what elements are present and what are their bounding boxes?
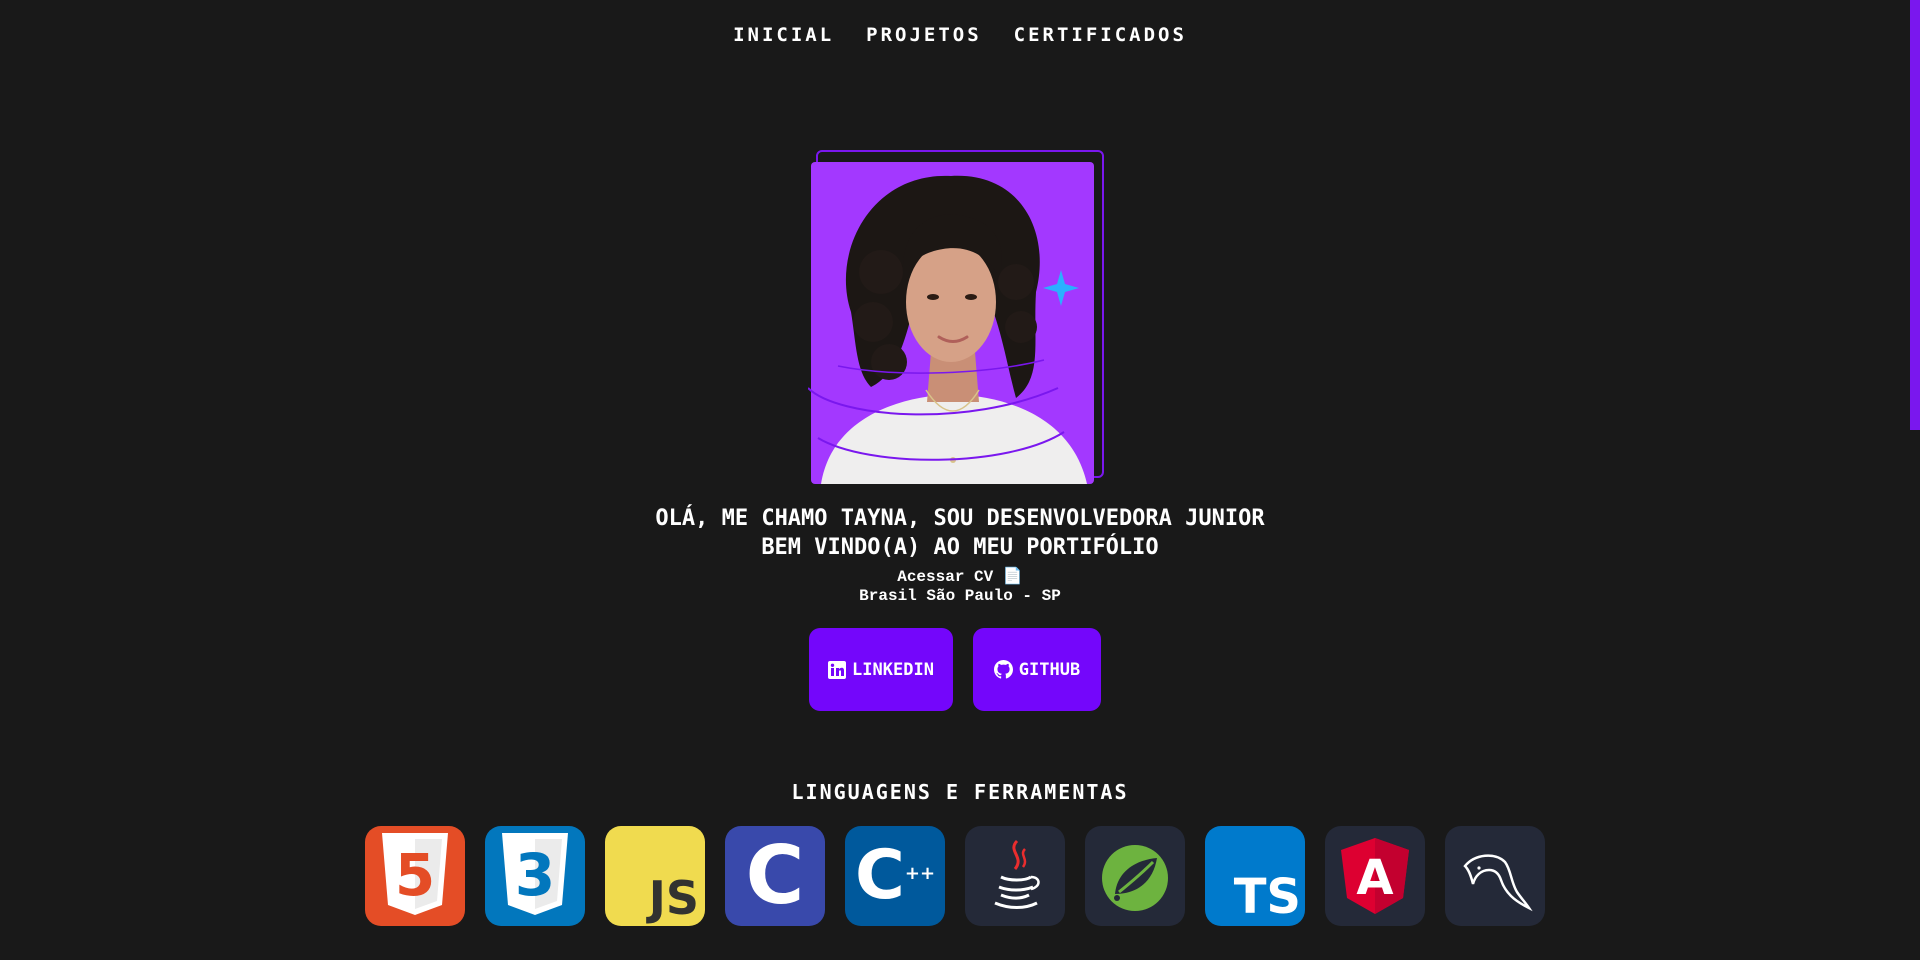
nav-inicial[interactable]: INICIAL xyxy=(733,24,834,46)
linkedin-icon xyxy=(828,660,847,679)
mysql-icon xyxy=(1445,826,1545,926)
javascript-icon: JS xyxy=(605,826,705,926)
profile-photo-wrapper xyxy=(808,148,1108,488)
location-text: Brasil São Paulo - SP xyxy=(859,587,1061,605)
linkedin-button[interactable]: LINKEDIN xyxy=(809,628,953,711)
java-icon xyxy=(965,826,1065,926)
nav-certificados[interactable]: CERTIFICADOS xyxy=(1014,24,1187,46)
github-button[interactable]: GITHUB xyxy=(973,628,1101,711)
skills-title: LINGUAGENS E FERRAMENTAS xyxy=(791,780,1129,804)
hero-title-line2: BEM VINDO(A) AO MEU PORTIFÓLIO xyxy=(761,535,1159,560)
hero-title-line1: OLÁ, ME CHAMO TAYNA, SOU DESENVOLVEDORA … xyxy=(655,506,1265,531)
top-nav: INICIAL PROJETOS CERTIFICADOS xyxy=(0,24,1920,46)
nav-projetos[interactable]: PROJETOS xyxy=(866,24,982,46)
html5-icon: 5 xyxy=(365,826,465,926)
svg-text:A: A xyxy=(1356,850,1393,906)
linkedin-label: LINKEDIN xyxy=(852,659,934,680)
scrollbar[interactable] xyxy=(1910,0,1920,960)
c-icon: C xyxy=(725,826,825,926)
decorative-swirl xyxy=(808,359,1065,461)
cv-link[interactable]: Acessar CV 📄 xyxy=(0,566,1920,586)
svg-text:5: 5 xyxy=(395,841,435,909)
svg-text:3: 3 xyxy=(515,841,555,909)
scrollbar-thumb[interactable] xyxy=(1910,0,1920,430)
spring-icon xyxy=(1085,826,1185,926)
css3-icon: 3 xyxy=(485,826,585,926)
typescript-icon: TS xyxy=(1205,826,1305,926)
github-label: GITHUB xyxy=(1018,659,1081,680)
skills-icon-row: 5 3 JS C C ++ TS A xyxy=(365,826,1545,926)
hero-title: OLÁ, ME CHAMO TAYNA, SOU DESENVOLVEDORA … xyxy=(0,504,1920,562)
github-icon xyxy=(993,660,1013,679)
angular-icon: A xyxy=(1325,826,1425,926)
cplusplus-icon: C ++ xyxy=(845,826,945,926)
